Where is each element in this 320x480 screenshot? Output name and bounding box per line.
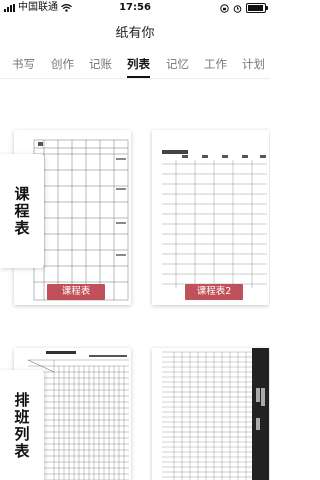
page-title: 纸有你 (115, 26, 155, 41)
template-card-course-2[interactable]: 课程表2 (152, 130, 269, 305)
template-preview-course-2 (152, 130, 269, 305)
status-bar: 中国联通 17:56 (0, 0, 270, 16)
screen: 中国联通 17:56 纸有你 书写 创作 记账 列表 记忆 工作 计划 课程表 … (0, 0, 270, 480)
template-preview-shift-2 (152, 348, 269, 480)
category-label-course[interactable]: 课 程 表 (0, 154, 44, 268)
category-label-shift-char-4: 表 (14, 442, 30, 460)
category-label-shift-char-3: 列 (14, 425, 30, 443)
lock-rotation-icon (220, 3, 229, 13)
template-card-shift-2[interactable] (152, 348, 269, 480)
category-label-course-char-3: 表 (14, 218, 30, 237)
category-label-shift-char-2: 班 (14, 408, 30, 426)
course-2-template-button[interactable]: 课程表2 (185, 284, 243, 300)
alarm-icon (233, 4, 242, 13)
category-label-course-char-2: 程 (14, 201, 30, 220)
status-right (220, 3, 268, 13)
category-tabs: 书写 创作 记账 列表 记忆 工作 计划 (0, 52, 270, 79)
battery-icon (246, 3, 268, 13)
tab-memory[interactable]: 记忆 (166, 56, 189, 72)
category-label-shift-char-1: 排 (14, 391, 30, 409)
category-label-shift[interactable]: 排 班 列 表 (0, 370, 44, 480)
tab-work[interactable]: 工作 (204, 56, 227, 72)
tab-list[interactable]: 列表 (127, 56, 150, 78)
tab-plan[interactable]: 计划 (242, 56, 265, 72)
course-template-button[interactable]: 课程表 (47, 284, 105, 300)
tab-writing[interactable]: 书写 (12, 56, 35, 72)
tab-creation[interactable]: 创作 (51, 56, 74, 72)
category-label-course-char-1: 课 (14, 184, 30, 203)
tab-accounting[interactable]: 记账 (89, 56, 112, 72)
